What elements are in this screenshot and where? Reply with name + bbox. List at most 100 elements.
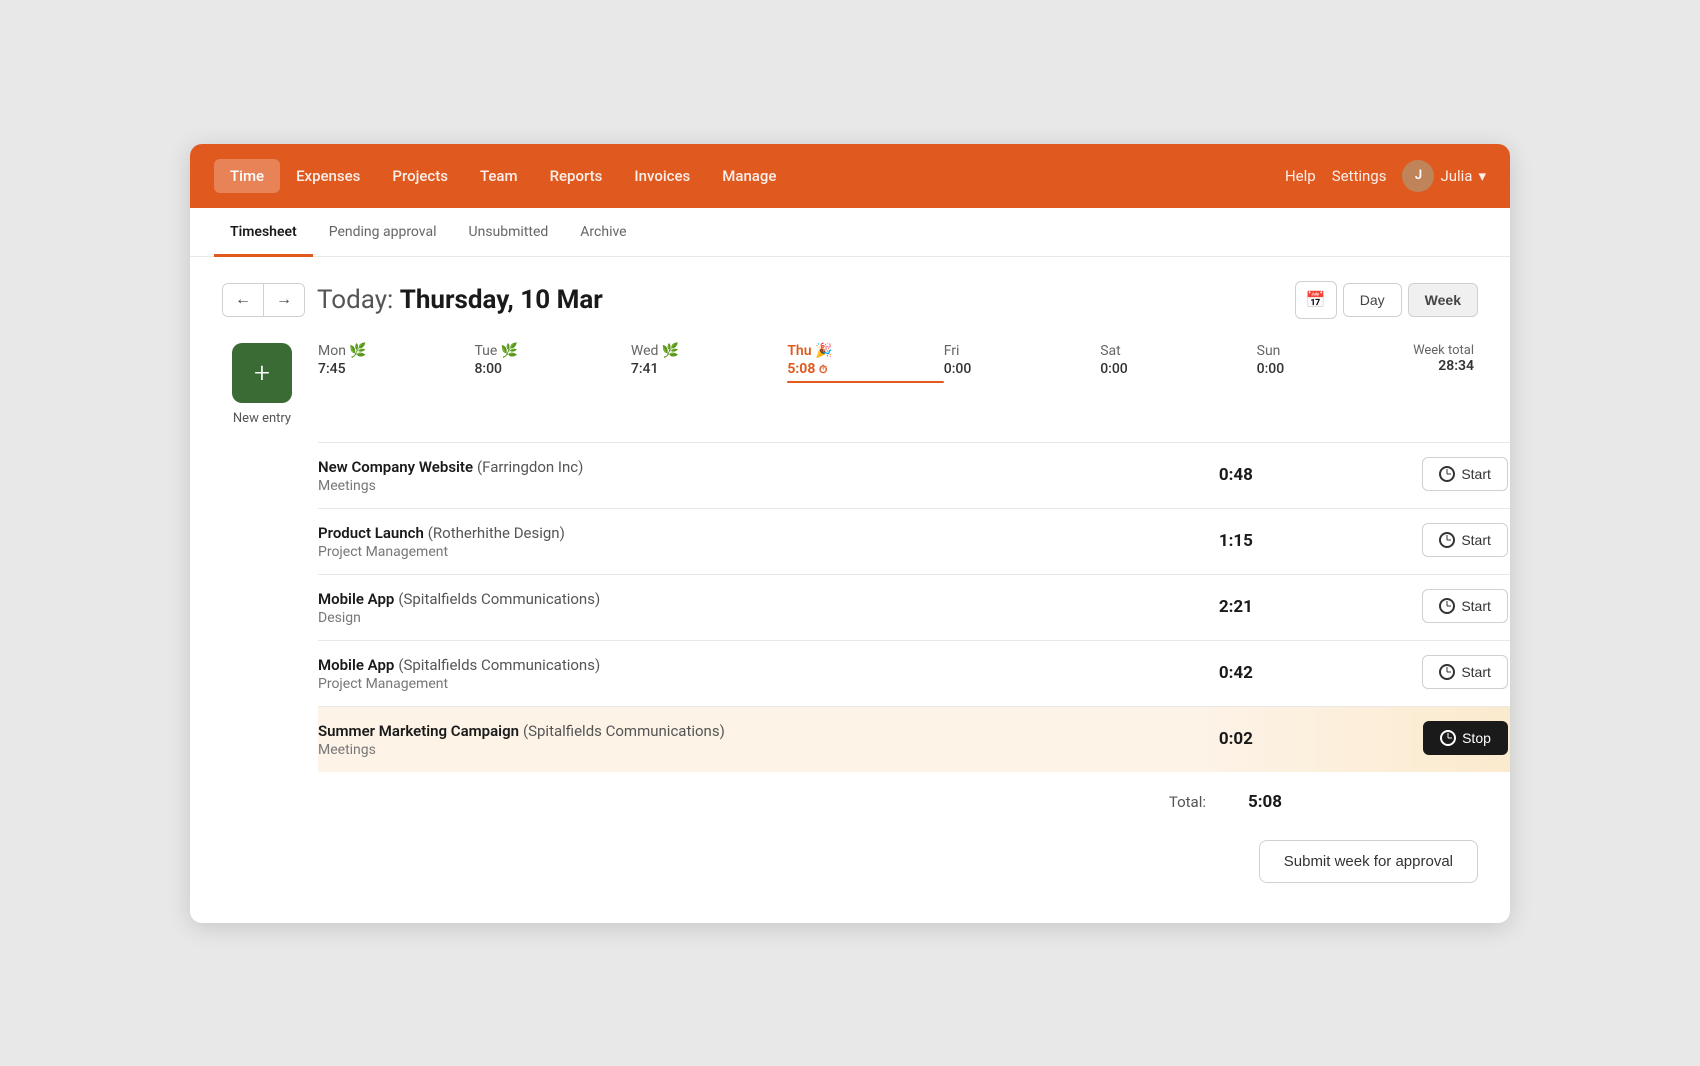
nav-item-manage[interactable]: Manage [706,159,792,193]
week-total-col: Week total 28:34 [1413,343,1478,383]
nav-item-team[interactable]: Team [464,159,534,193]
view-toggle: 📅 Day Week [1295,281,1478,319]
start-label-1: Start [1461,466,1491,482]
entry-duration-3: 2:21 [1136,574,1269,640]
day-name-sun: Sun [1257,343,1413,359]
nav-item-expenses[interactable]: Expenses [280,159,376,193]
entry-client-2: (Rotherhithe Design) [428,524,565,542]
tab-unsubmitted[interactable]: Unsubmitted [453,208,565,257]
nav-item-time[interactable]: Time [214,159,280,193]
day-col-sun: Sun 0:00 [1257,343,1413,383]
entry-task-4: Project Management [318,676,1136,692]
entry-task-5: Meetings [318,742,1136,758]
entry-duration-2: 1:15 [1136,508,1269,574]
user-menu[interactable]: J Julia ▾ [1402,160,1486,192]
start-button-4[interactable]: Start [1422,655,1508,689]
entry-project-3: Mobile App [318,590,394,608]
start-button-2[interactable]: Start [1422,523,1508,557]
user-name: Julia [1440,167,1472,185]
new-entry-btn[interactable]: + New entry [222,343,302,426]
start-button-3[interactable]: Start [1422,589,1508,623]
day-col-wed: Wed 🌿 7:41 [631,343,787,383]
start-label-3: Start [1461,598,1491,614]
nav-items: Time Expenses Projects Team Reports Invo… [214,159,1285,193]
total-label: Total: [1169,793,1206,811]
day-name-mon: Mon 🌿 [318,343,474,359]
settings-link[interactable]: Settings [1332,167,1387,185]
date-title: Today: Thursday, 10 Mar [317,285,603,315]
table-row: Product Launch (Rotherhithe Design) Proj… [318,508,1510,574]
current-date: Thursday, 10 Mar [400,285,603,315]
help-link[interactable]: Help [1285,167,1316,185]
day-name-thu: Thu 🎉 [787,343,943,359]
table-row: Summer Marketing Campaign (Spitalfields … [318,706,1510,772]
entry-info-2: Product Launch (Rotherhithe Design) Proj… [318,508,1136,574]
new-entry-label: New entry [233,411,291,426]
day-view-button[interactable]: Day [1343,283,1402,317]
day-name-wed: Wed 🌿 [631,343,787,359]
app-wrapper: Time Expenses Projects Team Reports Invo… [190,144,1510,923]
entry-project-5: Summer Marketing Campaign [318,722,519,740]
table-row: Mobile App (Spitalfields Communications)… [318,574,1510,640]
week-row: + New entry Mon 🌿 7:45 Tue 🌿 8:00 Wed 🌿 … [222,343,1478,426]
entry-actions-1: Start Edit [1269,442,1510,508]
day-hours-mon: 7:45 [318,361,474,377]
entry-duration-1: 0:48 [1136,442,1269,508]
main-content: ← → Today: Thursday, 10 Mar 📅 Day Week +… [190,257,1510,923]
week-view-button[interactable]: Week [1408,283,1478,317]
submit-week-button[interactable]: Submit week for approval [1259,840,1478,883]
top-nav: Time Expenses Projects Team Reports Invo… [190,144,1510,208]
plus-button[interactable]: + [232,343,292,403]
tab-archive[interactable]: Archive [564,208,642,257]
day-name-sat: Sat [1100,343,1256,359]
day-hours-wed: 7:41 [631,361,787,377]
day-hours-sat: 0:00 [1100,361,1256,377]
total-row: Total: 5:08 [318,772,1478,820]
day-hours-sun: 0:00 [1257,361,1413,377]
stop-label: Stop [1462,730,1491,746]
week-total-value: 28:34 [1413,358,1474,374]
avatar-initials: J [1415,168,1422,183]
clock-icon [1439,598,1455,614]
day-col-thu: Thu 🎉 5:08 ⏱ [787,343,943,383]
entry-task-1: Meetings [318,478,1136,494]
date-nav: ← → Today: Thursday, 10 Mar 📅 Day Week [222,281,1478,319]
nav-item-reports[interactable]: Reports [534,159,619,193]
entry-project-1: New Company Website [318,458,473,476]
start-label-4: Start [1461,664,1491,680]
prev-week-button[interactable]: ← [223,284,264,316]
tab-timesheet[interactable]: Timesheet [214,208,313,257]
entry-task-2: Project Management [318,544,1136,560]
entry-duration-4: 0:42 [1136,640,1269,706]
nav-item-invoices[interactable]: Invoices [618,159,706,193]
table-row: New Company Website (Farringdon Inc) Mee… [318,442,1510,508]
nav-arrows: ← → [222,283,305,317]
entry-info-1: New Company Website (Farringdon Inc) Mee… [318,442,1136,508]
calendar-icon-button[interactable]: 📅 [1295,281,1337,319]
entry-client-5: (Spitalfields Communications) [523,722,725,740]
entry-actions-5: Stop Edit [1269,706,1510,772]
entry-actions-4: Start Edit [1269,640,1510,706]
day-hours-tue: 8:00 [474,361,630,377]
sub-tabs: Timesheet Pending approval Unsubmitted A… [190,208,1510,257]
day-hours-fri: 0:00 [944,361,1100,377]
day-col-mon: Mon 🌿 7:45 [318,343,474,383]
day-name-tue: Tue 🌿 [474,343,630,359]
day-col-tue: Tue 🌿 8:00 [474,343,630,383]
week-total-label: Week total [1413,343,1474,358]
next-week-button[interactable]: → [264,284,304,316]
day-col-sat: Sat 0:00 [1100,343,1256,383]
entry-duration-5: 0:02 [1136,706,1269,772]
stop-button[interactable]: Stop [1423,721,1508,755]
entry-info-5: Summer Marketing Campaign (Spitalfields … [318,706,1136,772]
nav-right: Help Settings J Julia ▾ [1285,160,1486,192]
entry-project-2: Product Launch [318,524,424,542]
today-underline [787,381,943,383]
chevron-down-icon: ▾ [1478,167,1486,185]
tab-pending-approval[interactable]: Pending approval [313,208,453,257]
nav-item-projects[interactable]: Projects [376,159,464,193]
entry-client-1: (Farringdon Inc) [477,458,583,476]
day-name-fri: Fri [944,343,1100,359]
avatar: J [1402,160,1434,192]
start-button-1[interactable]: Start [1422,457,1508,491]
